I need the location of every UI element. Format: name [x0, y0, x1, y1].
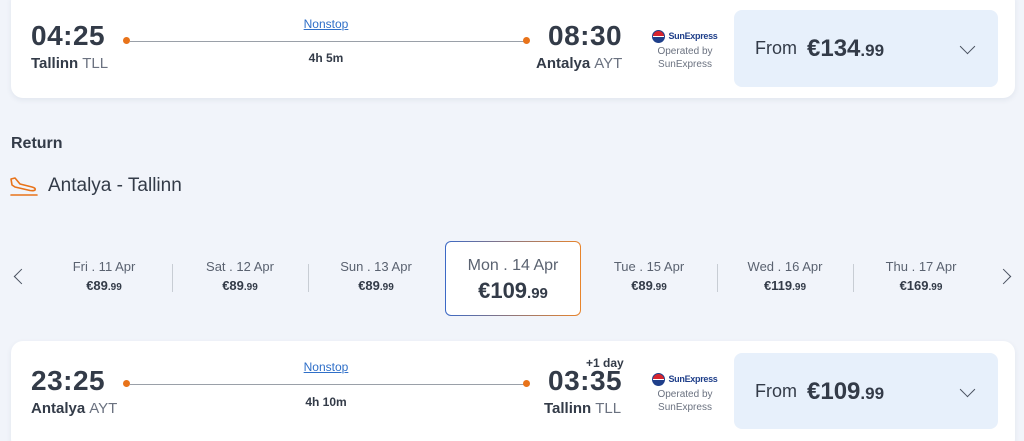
date-option[interactable]: Sat . 12 Apr €89.99 [172, 259, 308, 293]
arrival-time: 08:30 [548, 20, 623, 51]
arrival-code: TLL [595, 400, 622, 417]
price-toggle[interactable]: From €109.99 [734, 353, 998, 429]
arrival-code: AYT [594, 55, 623, 72]
arrival-city: Tallinn [544, 400, 592, 417]
nonstop-link[interactable]: Nonstop [266, 17, 386, 31]
next-dates-arrow-icon[interactable] [995, 268, 1012, 285]
departure-time: 04:25 [31, 20, 106, 51]
return-flight-card[interactable]: 23:25 Antalya AYT Nonstop 4h 10m +1 day 0… [11, 341, 1015, 441]
airline-name: SunExpress [658, 402, 712, 413]
airline-logo: SunExpress [645, 30, 725, 43]
flight-duration: 4h 5m [308, 51, 344, 65]
sunexpress-logo-icon [652, 373, 666, 386]
airline-info: SunExpress Operated by SunExpress [645, 373, 725, 414]
price-amount: €109.99 [807, 378, 885, 405]
arrival-time: 03:35 [548, 365, 623, 396]
operated-by-label: Operated by [657, 46, 713, 57]
arrival-dot [523, 380, 530, 387]
outbound-flight-card[interactable]: 04:25 Tallinn TLL Nonstop 4h 5m 08:30 Ant… [11, 0, 1015, 98]
route-line [130, 41, 526, 42]
route-line [130, 384, 526, 385]
date-option[interactable]: Tue . 15 Apr €89.99 [581, 259, 717, 293]
chevron-down-icon[interactable] [959, 38, 976, 55]
departure-city: Antalya [31, 400, 86, 417]
departure-place: Antalya AYT [31, 400, 117, 417]
airline-info: SunExpress Operated by SunExpress [645, 30, 725, 71]
operated-by-label: Operated by [657, 389, 713, 400]
from-label: From [755, 381, 797, 401]
plane-landing-icon [10, 177, 38, 196]
price-toggle[interactable]: From €134.99 [734, 10, 998, 87]
arrival-city: Antalya [536, 55, 591, 72]
date-option[interactable]: Fri . 11 Apr €89.99 [36, 259, 172, 293]
date-option[interactable]: Thu . 17 Apr €169.99 [853, 259, 989, 293]
departure-dot [123, 37, 130, 44]
previous-dates-arrow-icon[interactable] [13, 268, 30, 285]
nonstop-link[interactable]: Nonstop [266, 360, 386, 374]
departure-code: TLL [82, 55, 109, 72]
date-option-selected[interactable]: Mon . 14 Apr €109.99 [445, 241, 581, 316]
arrival-place: Tallinn TLL [544, 400, 621, 417]
departure-dot [123, 380, 130, 387]
flight-duration: 4h 10m [305, 395, 347, 409]
airline-logo: SunExpress [645, 373, 725, 386]
from-label: From [755, 38, 797, 58]
date-option[interactable]: Wed . 16 Apr €119.99 [717, 259, 853, 293]
return-route-title: Antalya - Tallinn [48, 175, 182, 196]
date-option[interactable]: Sun . 13 Apr €89.99 [308, 259, 444, 293]
departure-place: Tallinn TLL [31, 55, 108, 72]
chevron-down-icon[interactable] [959, 381, 976, 398]
price-amount: €134.99 [807, 35, 885, 62]
arrival-dot [523, 37, 530, 44]
arrival-place: Antalya AYT [536, 55, 622, 72]
departure-code: AYT [89, 400, 118, 417]
airline-name: SunExpress [658, 59, 712, 70]
departure-city: Tallinn [31, 55, 79, 72]
departure-time: 23:25 [31, 365, 106, 396]
sunexpress-logo-icon [652, 30, 666, 43]
return-heading: Return [11, 135, 63, 152]
